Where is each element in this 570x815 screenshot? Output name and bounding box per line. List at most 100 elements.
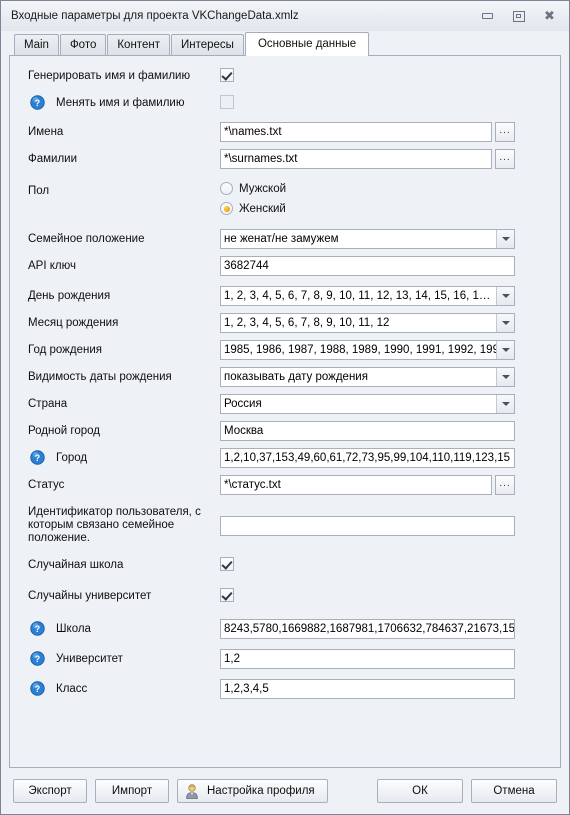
chevron-down-icon (496, 230, 514, 248)
grade-input[interactable]: 1,2,3,4,5 (220, 679, 515, 699)
birth-year-combo[interactable]: 1985, 1986, 1987, 1988, 1989, 1990, 1991… (220, 340, 515, 360)
title-bar: Входные параметры для проекта VKChangeDa… (1, 1, 569, 31)
svg-text:?: ? (35, 624, 40, 634)
tab-photo[interactable]: Фото (59, 34, 107, 55)
country-label: Страна (28, 398, 68, 410)
svg-text:?: ? (35, 453, 40, 463)
ok-button[interactable]: ОК (377, 779, 463, 803)
api-key-label: API ключ (28, 260, 76, 272)
row-surnames: Фамилии *\surnames.txt ... (28, 149, 546, 169)
grade-label-wrap: ? Класс (28, 679, 220, 697)
generate-name-checkbox[interactable] (220, 68, 234, 82)
tab-content[interactable]: Контент (107, 34, 170, 55)
api-key-input[interactable]: 3682744 (220, 256, 515, 276)
radio-female-icon (220, 202, 233, 215)
birth-month-value: 1, 2, 3, 4, 5, 6, 7, 8, 9, 10, 11, 12 (224, 317, 390, 329)
profile-settings-button[interactable]: Настройка профиля (177, 779, 328, 803)
names-browse-button[interactable]: ... (495, 122, 515, 142)
row-birth-visibility: Видимость даты рождения показывать дату … (28, 367, 546, 387)
city-input[interactable]: 1,2,10,37,153,49,60,61,72,73,95,99,104,1… (220, 448, 515, 468)
row-birth-day: День рождения 1, 2, 3, 4, 5, 6, 7, 8, 9,… (28, 286, 546, 306)
status-input[interactable]: *\статус.txt (220, 475, 492, 495)
chevron-down-icon (496, 395, 514, 413)
university-label-wrap: ? Университет (28, 649, 220, 667)
help-icon[interactable]: ? (30, 95, 45, 110)
row-generate-name: Генерировать имя и фамилию (28, 66, 546, 86)
change-name-checkbox[interactable] (220, 95, 234, 109)
tab-interests[interactable]: Интересы (170, 34, 244, 55)
row-gender: Пол Мужской Женский (28, 181, 546, 215)
export-button[interactable]: Экспорт (13, 779, 87, 803)
tab-main[interactable]: Main (14, 34, 59, 55)
birth-day-combo[interactable]: 1, 2, 3, 4, 5, 6, 7, 8, 9, 10, 11, 12, 1… (220, 286, 515, 306)
chevron-down-icon (496, 314, 514, 332)
surnames-browse-button[interactable]: ... (495, 149, 515, 169)
row-birth-year: Год рождения 1985, 1986, 1987, 1988, 198… (28, 340, 546, 360)
random-school-checkbox[interactable] (220, 557, 234, 571)
city-label-wrap: ? Город (28, 448, 220, 466)
minimize-button[interactable] (472, 5, 503, 27)
random-university-label: Случайны университет (28, 590, 152, 602)
birth-visibility-label: Видимость даты рождения (28, 371, 172, 383)
gender-option-female[interactable]: Женский (220, 202, 286, 215)
school-input[interactable]: 8243,5780,1669882,1687981,1706632,784637… (220, 619, 515, 639)
row-random-university: Случайны университет (28, 586, 546, 606)
window-title: Входные параметры для проекта VKChangeDa… (11, 10, 299, 22)
import-button[interactable]: Импорт (95, 779, 169, 803)
row-grade: ? Класс 1,2,3,4,5 (28, 679, 546, 699)
gender-radio-group: Мужской Женский (220, 181, 286, 215)
grade-label: Класс (56, 683, 88, 695)
row-change-name: ? Менять имя и фамилию (28, 93, 546, 113)
tab-main-data[interactable]: Основные данные (244, 32, 370, 56)
home-town-input[interactable]: Москва (220, 421, 515, 441)
gender-male-label: Мужской (239, 182, 287, 195)
radio-male-icon (220, 182, 233, 195)
row-school: ? Школа 8243,5780,1669882,1687981,170663… (28, 619, 546, 639)
row-relation-partner: Идентификатор пользователя, с которым св… (28, 505, 546, 545)
names-label: Имена (28, 126, 64, 138)
row-status: Статус *\статус.txt ... (28, 475, 546, 495)
surnames-label: Фамилии (28, 153, 78, 165)
marital-status-value: не женат/не замужем (224, 233, 339, 245)
cancel-button[interactable]: Отмена (471, 779, 557, 803)
svg-text:?: ? (35, 684, 40, 694)
row-api-key: API ключ 3682744 (28, 256, 546, 276)
help-icon[interactable]: ? (30, 621, 45, 636)
dialog-window: Входные параметры для проекта VKChangeDa… (0, 0, 570, 815)
row-country: Страна Россия (28, 394, 546, 414)
help-icon[interactable]: ? (30, 450, 45, 465)
names-input[interactable]: *\names.txt (220, 122, 492, 142)
profile-settings-label: Настройка профиля (207, 785, 315, 797)
content-frame: Main Фото Контент Интересы Основные данн… (9, 31, 561, 768)
generate-name-label: Генерировать имя и фамилию (28, 70, 191, 82)
marital-status-combo[interactable]: не женат/не замужем (220, 229, 515, 249)
change-name-label: Менять имя и фамилию (56, 97, 185, 109)
birth-month-combo[interactable]: 1, 2, 3, 4, 5, 6, 7, 8, 9, 10, 11, 12 (220, 313, 515, 333)
maximize-button[interactable] (503, 5, 534, 27)
row-home-town: Родной город Москва (28, 421, 546, 441)
random-university-checkbox[interactable] (220, 588, 234, 602)
city-label: Город (56, 452, 88, 464)
country-combo[interactable]: Россия (220, 394, 515, 414)
birth-day-value: 1, 2, 3, 4, 5, 6, 7, 8, 9, 10, 11, 12, 1… (224, 290, 491, 302)
university-label: Университет (56, 653, 123, 665)
help-icon[interactable]: ? (30, 651, 45, 666)
chevron-down-icon (496, 287, 514, 305)
university-input[interactable]: 1,2 (220, 649, 515, 669)
country-value: Россия (224, 398, 262, 410)
birth-visibility-combo[interactable]: показывать дату рождения (220, 367, 515, 387)
help-icon[interactable]: ? (30, 681, 45, 696)
row-random-school: Случайная школа (28, 555, 546, 575)
dialog-button-bar: Экспорт Импорт Настройка профиля ОК Отме… (1, 768, 569, 814)
row-birth-month: Месяц рождения 1, 2, 3, 4, 5, 6, 7, 8, 9… (28, 313, 546, 333)
surnames-input[interactable]: *\surnames.txt (220, 149, 492, 169)
status-browse-button[interactable]: ... (495, 475, 515, 495)
status-label: Статус (28, 479, 65, 491)
close-button[interactable]: ✖ (534, 5, 565, 27)
close-icon: ✖ (544, 8, 555, 24)
gender-option-male[interactable]: Мужской (220, 182, 286, 195)
row-names: Имена *\names.txt ... (28, 122, 546, 142)
relation-partner-input[interactable] (220, 516, 515, 536)
birth-year-value: 1985, 1986, 1987, 1988, 1989, 1990, 1991… (224, 344, 496, 356)
school-label: Школа (56, 623, 91, 635)
